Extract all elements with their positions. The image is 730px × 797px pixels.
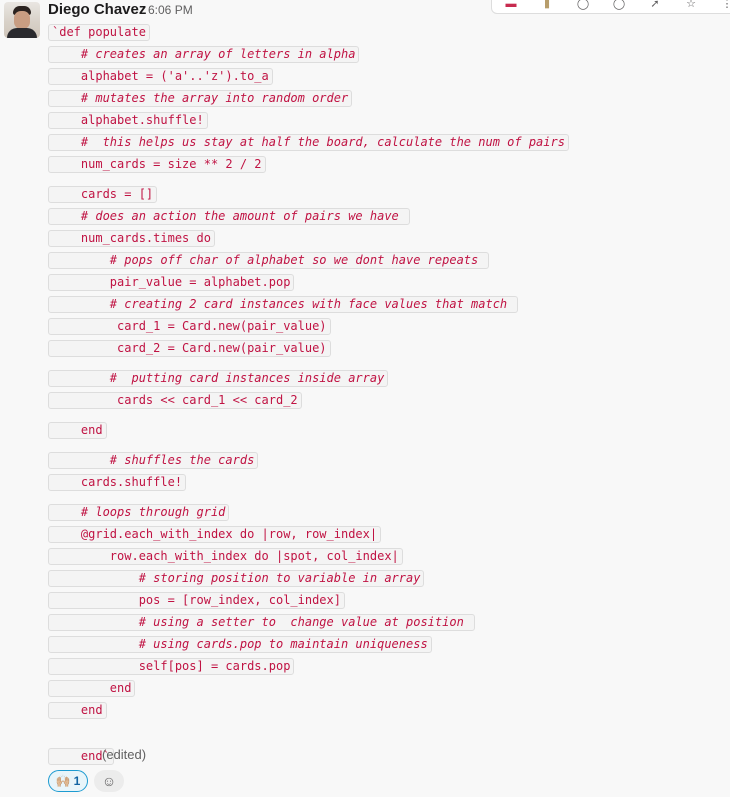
code-line: cards.shuffle! xyxy=(48,474,187,491)
code-line: end xyxy=(48,702,107,719)
code-line: pos = [row_index, col_index] xyxy=(48,592,345,609)
code-line: # putting card instances inside array xyxy=(48,370,389,387)
avatar[interactable] xyxy=(4,2,40,38)
star-icon[interactable]: ☆ xyxy=(684,0,698,10)
raised-hands-emoji-icon: 🙌🏼 xyxy=(55,774,71,788)
code-line: cards << card_1 << card_2 xyxy=(48,392,302,409)
code-line: end xyxy=(48,680,136,697)
code-line: `def populate xyxy=(48,24,150,41)
code-line: cards = [] xyxy=(48,186,158,203)
code-line: row.each_with_index do |spot, col_index| xyxy=(48,548,403,565)
code-line: # creates an array of letters in alpha xyxy=(48,46,360,63)
message-actions-toolbar: ▬ ▮ ◯ ◯ ➚ ☆ ⋮ xyxy=(491,0,730,14)
code-line: num_cards.times do xyxy=(48,230,215,247)
code-line: # using a setter to change value at posi… xyxy=(48,614,476,631)
more-icon[interactable]: ⋮ xyxy=(720,0,730,10)
code-line: self[pos] = cards.pop xyxy=(48,658,295,675)
code-line: # shuffles the cards xyxy=(48,452,259,469)
code-line: # creating 2 card instances with face va… xyxy=(48,296,519,313)
add-reaction-icon[interactable]: ☺ xyxy=(94,770,124,792)
code-line: alphabet.shuffle! xyxy=(48,112,208,129)
edited-label: (edited) xyxy=(102,747,147,762)
code-line: @grid.each_with_index do |row, row_index… xyxy=(48,526,382,543)
code-line: # does an action the amount of pairs we … xyxy=(48,208,411,225)
hands-icon[interactable]: ▮ xyxy=(540,0,554,10)
check-icon[interactable]: ◯ xyxy=(576,0,590,10)
author-name[interactable]: Diego Chavez xyxy=(48,1,146,18)
code-line: end xyxy=(48,422,107,439)
code-line: pair_value = alphabet.pop xyxy=(48,274,295,291)
emoji-icon[interactable]: ▬ xyxy=(504,0,518,10)
code-line: num_cards = size ** 2 / 2 xyxy=(48,156,266,173)
code-line: # pops off char of alphabet so we dont h… xyxy=(48,252,490,269)
code-line: # mutates the array into random order xyxy=(48,90,353,107)
code-line: alphabet = ('a'..'z').to_a xyxy=(48,68,273,85)
reaction-raised-hands[interactable]: 🙌🏼 1 xyxy=(48,770,88,792)
code-line: card_1 = Card.new(pair_value) xyxy=(48,318,331,335)
code-line: # using cards.pop to maintain uniqueness xyxy=(48,636,432,653)
code-line: # loops through grid xyxy=(48,504,230,521)
reaction-count: 1 xyxy=(73,774,81,788)
message-timestamp[interactable]: 6:06 PM xyxy=(148,3,193,17)
forward-icon[interactable]: ➚ xyxy=(648,0,662,10)
code-line: # storing position to variable in array xyxy=(48,570,425,587)
reply-icon[interactable]: ◯ xyxy=(612,0,626,10)
code-line: card_2 = Card.new(pair_value) xyxy=(48,340,331,357)
code-line: # this helps us stay at half the board, … xyxy=(48,134,569,151)
